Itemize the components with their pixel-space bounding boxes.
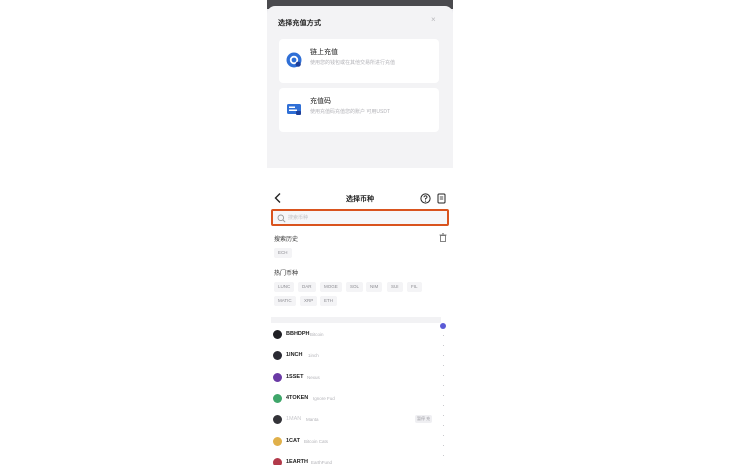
hot-chip[interactable]: XRP xyxy=(300,296,318,306)
hot-chip[interactable]: DAR xyxy=(298,282,316,292)
index-letter[interactable] xyxy=(442,365,444,366)
coin-logo-icon xyxy=(273,373,282,382)
hot-chip[interactable]: ETH xyxy=(320,296,337,306)
index-letter[interactable] xyxy=(442,345,444,346)
recharge-method-sheet: 选择充值方式 × 链上充值 使用您的钱包或在其他交易所进行充值 充值码 使用充值… xyxy=(267,0,453,168)
close-icon[interactable]: × xyxy=(431,16,436,24)
coin-symbol: 1EARTH xyxy=(286,459,309,465)
index-letter[interactable] xyxy=(442,445,444,446)
alphabet-index-bar[interactable] xyxy=(440,323,446,465)
help-icon[interactable] xyxy=(420,193,431,204)
trash-icon[interactable] xyxy=(439,233,447,242)
coin-row[interactable]: 1SSET Nexus xyxy=(271,370,439,386)
coin-symbol: 1SSET xyxy=(286,374,304,380)
coin-row[interactable]: BBHDPH Bitcoin xyxy=(271,327,439,343)
screenshot-canvas: 选择充值方式 × 链上充值 使用您的钱包或在其他交易所进行充值 充值码 使用充值… xyxy=(0,0,750,465)
option-description: 使用您的钱包或在其他交易所进行充值 xyxy=(310,60,396,66)
history-record-icon[interactable] xyxy=(437,193,446,204)
option-name: 链上充值 xyxy=(310,49,338,56)
hot-chip[interactable]: NIM xyxy=(366,282,383,292)
index-letter[interactable] xyxy=(442,435,444,436)
hot-chip[interactable]: FIL xyxy=(407,282,422,292)
list-section-header xyxy=(271,317,441,323)
coin-name: Bitcoin Cats xyxy=(304,438,329,444)
coin-symbol: 1INCH xyxy=(286,352,303,358)
hot-chip[interactable]: SOL xyxy=(346,282,364,292)
hot-chip[interactable]: LUNC xyxy=(274,282,295,292)
option-name: 充值码 xyxy=(310,98,331,105)
coin-symbol: BBHDPH xyxy=(286,331,310,337)
index-letter[interactable] xyxy=(442,375,444,376)
coin-symbol: 1CAT xyxy=(286,438,300,444)
coin-name: Ignore Fud xyxy=(313,395,335,401)
coin-name: Manta xyxy=(306,416,319,422)
coin-logo-icon xyxy=(273,351,282,360)
coin-logo-icon xyxy=(273,330,282,339)
hot-currency-title: 热门币种 xyxy=(274,271,299,277)
coin-logo-icon xyxy=(273,415,282,424)
index-active-dot[interactable] xyxy=(440,323,446,329)
history-chip[interactable]: ECH xyxy=(274,248,292,258)
coin-name: EarthFund xyxy=(311,459,333,465)
recharge-code-icon xyxy=(287,104,301,115)
index-letter[interactable] xyxy=(442,385,444,386)
suspended-badge: 暂停 充 xyxy=(415,415,433,423)
coin-logo-icon xyxy=(273,394,282,403)
coin-name: Bitcoin xyxy=(310,331,324,337)
search-input[interactable] xyxy=(288,213,438,223)
hot-chip[interactable]: MOGE xyxy=(320,282,342,292)
index-letter[interactable] xyxy=(442,335,444,336)
coin-row[interactable]: 1CAT Bitcoin Cats xyxy=(271,434,439,450)
coin-row[interactable]: 1MAN Manta 暂停 充 xyxy=(271,412,439,428)
select-currency-screen: 选择币种 搜索历史 ECH 热门币种 LUNC DAR MOG xyxy=(267,185,453,465)
coin-logo-icon xyxy=(273,458,282,465)
coin-name: 1inch xyxy=(308,352,319,358)
search-history-title: 搜索历史 xyxy=(274,237,299,243)
coin-logo-icon xyxy=(273,437,282,446)
coin-symbol: 1MAN xyxy=(286,416,302,422)
coin-symbol: 4TOKEN xyxy=(286,395,309,401)
recharge-code-option[interactable]: 充值码 使用充值码充值您的账户 可用USDT xyxy=(279,88,439,132)
coin-row[interactable]: 4TOKEN Ignore Fud xyxy=(271,391,439,407)
hot-chip[interactable]: SUI xyxy=(387,282,403,292)
dialog-title: 选择充值方式 xyxy=(278,20,322,27)
option-description: 使用充值码充值您的账户 可用USDT xyxy=(310,109,391,115)
index-letter[interactable] xyxy=(442,395,444,396)
coin-name: Nexus xyxy=(307,374,320,380)
coin-row[interactable]: 1INCH 1inch xyxy=(271,348,439,364)
recharge-method-dialog: 选择充值方式 × 链上充值 使用您的钱包或在其他交易所进行充值 充值码 使用充值… xyxy=(267,6,453,168)
search-box[interactable] xyxy=(271,209,449,226)
chain-recharge-icon xyxy=(286,52,302,68)
index-letter[interactable] xyxy=(442,455,444,456)
onchain-recharge-option[interactable]: 链上充值 使用您的钱包或在其他交易所进行充值 xyxy=(279,39,439,83)
hot-chip[interactable]: MATIC xyxy=(274,296,296,306)
index-letter[interactable] xyxy=(442,355,444,356)
index-letter[interactable] xyxy=(442,425,444,426)
index-letter[interactable] xyxy=(442,405,444,406)
index-letter[interactable] xyxy=(442,415,444,416)
search-icon xyxy=(277,214,286,223)
coin-row[interactable]: 1EARTH EarthFund xyxy=(271,455,439,465)
